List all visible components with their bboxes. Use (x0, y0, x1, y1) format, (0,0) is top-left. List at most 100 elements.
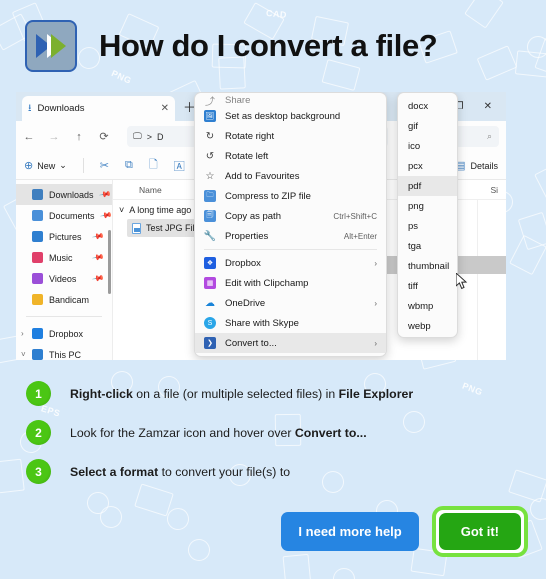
format-option-label: ps (408, 220, 419, 232)
format-option-label: tga (408, 240, 422, 252)
explorer-tab-downloads[interactable]: ⭳ Downloads ✕ (22, 96, 175, 121)
context-menu-item-convert-to[interactable]: ❯ Convert to... › (195, 333, 386, 353)
copy-path-icon: 🗐 (204, 210, 216, 222)
watermark-shape (529, 497, 546, 521)
format-option-label: docx (408, 100, 429, 112)
context-menu-item-rotate-left[interactable]: ↺ Rotate left (195, 146, 386, 166)
format-option-tga[interactable]: tga (398, 236, 457, 256)
step-text: Select a format to convert your file(s) … (70, 464, 291, 479)
new-button-label: New (37, 160, 56, 171)
sidebar-item-this-pc[interactable]: ˅ This PC (16, 344, 112, 360)
dropbox-icon: ❖ (204, 257, 216, 269)
pictures-icon (32, 231, 43, 242)
context-menu-item-compress-to-zip-file[interactable]: 🗀 Compress to ZIP file (195, 186, 386, 206)
rename-icon[interactable]: 🄰 (174, 158, 185, 174)
format-option-label: tiff (408, 280, 418, 292)
context-menu-item-dropbox[interactable]: ❖ Dropbox › (195, 253, 386, 273)
context-menu-item-copy-as-path[interactable]: 🗐 Copy as path Ctrl+Shift+C (195, 206, 386, 226)
sidebar-item-label: Downloads (49, 189, 94, 200)
chevron-icon[interactable]: ˅ (21, 350, 26, 359)
this-pc-icon: 🖵 (133, 131, 142, 141)
sidebar-item-music[interactable]: Music 📌 (16, 247, 112, 268)
search-icon: ⌕ (486, 131, 492, 141)
pin-icon: 📌 (91, 229, 105, 244)
format-option-gif[interactable]: gif (398, 116, 457, 136)
sidebar-item-dropbox[interactable]: › Dropbox (16, 323, 112, 344)
close-icon[interactable]: ✕ (484, 101, 492, 112)
context-menu-item-share[interactable]: ⤴ Share (195, 93, 386, 106)
chevron-down-icon: ⌄ (59, 160, 67, 170)
zip-icon: 🗀 (204, 190, 216, 202)
format-option-thumbnail[interactable]: thumbnail (398, 256, 457, 276)
scissors-icon[interactable]: ✂ (100, 159, 109, 172)
sidebar-item-documents[interactable]: Documents 📌 (16, 205, 112, 226)
context-menu-item-add-to-favourites[interactable]: ☆ Add to Favourites (195, 166, 386, 186)
instruction-step-3: 3 Select a format to convert your file(s)… (26, 452, 546, 491)
onedrive-icon: ☁ (205, 297, 215, 309)
need-more-help-button[interactable]: I need more help (281, 512, 419, 551)
format-option-ico[interactable]: ico (398, 136, 457, 156)
rotate-right-icon: ↻ (205, 130, 215, 142)
context-menu-item-onedrive[interactable]: ☁ OneDrive › (195, 293, 386, 313)
sidebar-item-pictures[interactable]: Pictures 📌 (16, 226, 112, 247)
context-menu-item-set-as-desktop-background[interactable]: 🖼 Set as desktop background (195, 106, 386, 126)
header: How do I convert a file? (0, 0, 546, 92)
paste-icon[interactable]: 🗋 (149, 156, 158, 175)
format-option-pcx[interactable]: pcx (398, 156, 457, 176)
format-option-png[interactable]: png (398, 196, 457, 216)
step-number-badge: 3 (26, 459, 51, 484)
sidebar-item-videos[interactable]: Videos 📌 (16, 268, 112, 289)
file-group-label: A long time ago (129, 204, 192, 215)
chevron-down-icon: ˅ (119, 204, 125, 215)
format-submenu: docx gif ico pcx pdf png ps tga thumbnail tiff wbm… (397, 92, 458, 338)
arrow-right-icon[interactable]: → (48, 131, 60, 143)
zamzar-chevron-logo-icon (25, 20, 77, 72)
sidebar-item-label: Videos (49, 273, 77, 284)
copy-icon[interactable]: ⧉ (125, 159, 133, 172)
context-menu-item-rotate-right[interactable]: ↻ Rotate right (195, 126, 386, 146)
chevron-icon[interactable]: › (21, 329, 24, 338)
format-option-label: thumbnail (408, 260, 450, 272)
context-menu-item-label: Copy as path (225, 210, 281, 222)
step-text: Right-click on a file (or multiple selec… (70, 386, 414, 401)
new-button[interactable]: ⊕ New ⌄ (24, 159, 67, 172)
instruction-step-2: 2 Look for the Zamzar icon and hover over… (26, 413, 546, 452)
context-menu-item-label: Share (225, 95, 251, 106)
refresh-icon[interactable]: ⟳ (98, 130, 110, 143)
watermark-shape (517, 211, 546, 251)
clipchamp-icon: ▦ (204, 277, 216, 289)
footer-actions: I need more help Got it! (281, 506, 528, 557)
context-menu-item-properties[interactable]: 🔧 Properties Alt+Enter (195, 226, 386, 246)
format-option-tiff[interactable]: tiff (398, 276, 457, 296)
got-it-button[interactable]: Got it! (438, 513, 521, 550)
pin-icon: 📌 (98, 208, 113, 223)
sidebar-item-bandicam[interactable]: Bandicam (16, 289, 112, 310)
watermark-shape (533, 162, 546, 204)
view-button-label: Details (470, 160, 498, 171)
context-menu-item-share-with-skype[interactable]: S Share with Skype (195, 313, 386, 333)
format-option-wbmp[interactable]: wbmp (398, 296, 457, 316)
sidebar-scrollbar[interactable] (108, 230, 111, 294)
arrow-up-icon[interactable]: ↑ (73, 131, 85, 143)
format-option-docx[interactable]: docx (398, 96, 457, 116)
column-header-size[interactable]: Si (490, 185, 498, 195)
column-header-name[interactable]: Name (113, 185, 162, 195)
context-menu-shortcut: Ctrl+Shift+C (333, 211, 377, 221)
format-option-webp[interactable]: webp (398, 316, 457, 336)
context-menu-item-edit-with-clipchamp[interactable]: ▦ Edit with Clipchamp (195, 273, 386, 293)
step-number-badge: 2 (26, 420, 51, 445)
sidebar-item-label: Dropbox (49, 328, 84, 339)
format-option-ps[interactable]: ps (398, 216, 457, 236)
arrow-left-icon[interactable]: ← (23, 131, 35, 143)
sidebar-item-downloads[interactable]: Downloads 📌 (16, 184, 112, 205)
context-menu-item-label: Convert to... (225, 337, 277, 349)
share-icon: ⤴ (205, 96, 215, 107)
download-icon: ⭳ (28, 102, 32, 114)
format-option-pdf[interactable]: pdf (398, 176, 457, 196)
dropbox-icon (32, 328, 43, 339)
this-pc-icon (32, 349, 43, 360)
view-button[interactable]: ▤ Details (455, 159, 498, 172)
star-icon: ☆ (205, 170, 215, 182)
step-number-badge: 1 (26, 381, 51, 406)
close-icon[interactable]: ✕ (161, 103, 169, 114)
